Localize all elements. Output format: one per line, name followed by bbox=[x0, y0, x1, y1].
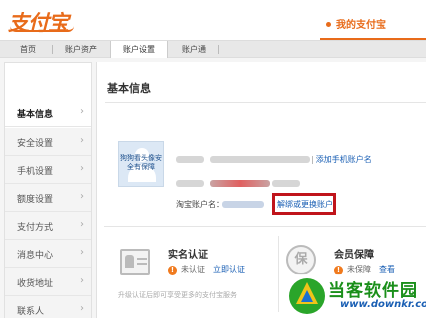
chevron-right-icon: › bbox=[80, 163, 84, 174]
protection-status-text: 未保障 bbox=[347, 265, 371, 274]
sidebar-item-address[interactable]: 收货地址 › bbox=[5, 268, 91, 296]
nav-divider bbox=[218, 45, 219, 54]
realname-status-text: 未认证 bbox=[181, 265, 205, 274]
masked-field-label bbox=[176, 180, 204, 187]
sidebar-item-security[interactable]: 安全设置 › bbox=[5, 128, 91, 156]
main-nav: 首页 账户资产 账户设置 账户通 bbox=[0, 40, 426, 58]
bullet-icon bbox=[326, 22, 331, 27]
alipay-logo[interactable]: 支付宝 bbox=[8, 4, 78, 35]
unbind-account-link[interactable]: 解绑或更换账户 bbox=[277, 199, 333, 210]
sidebar-item-label: 安全设置 bbox=[17, 139, 54, 149]
masked-email bbox=[210, 156, 310, 163]
nav-tab-settings[interactable]: 账户设置 bbox=[110, 41, 168, 58]
id-line bbox=[137, 263, 147, 265]
my-alipay-label: 我的支付宝 bbox=[336, 20, 386, 31]
sidebar-item-basic-info[interactable]: 基本信息 › bbox=[5, 99, 91, 127]
masked-phone bbox=[210, 180, 270, 187]
sidebar-item-label: 基本信息 bbox=[17, 110, 54, 120]
logo-text: 支付宝 bbox=[8, 11, 69, 35]
protection-view-link[interactable]: 查看 bbox=[379, 265, 395, 274]
watermark-logo-icon bbox=[289, 278, 325, 314]
sidebar-item-label: 支付方式 bbox=[17, 223, 54, 233]
chevron-right-icon: › bbox=[80, 191, 84, 202]
avatar-overlay-text: 狗狗看头像安全有保障 bbox=[120, 154, 162, 171]
sidebar-item-label: 消息中心 bbox=[17, 251, 54, 261]
card-divider bbox=[278, 236, 279, 312]
sidebar-item-messages[interactable]: 消息中心 › bbox=[5, 240, 91, 268]
chevron-right-icon: › bbox=[80, 135, 84, 146]
my-alipay-link[interactable]: 我的支付宝 bbox=[326, 16, 386, 31]
chevron-right-icon: › bbox=[80, 247, 84, 258]
sidebar-item-limit[interactable]: 额度设置 › bbox=[5, 184, 91, 212]
protection-title: 会员保障 bbox=[334, 250, 374, 261]
masked-taobao-account bbox=[222, 201, 264, 208]
sidebar-item-contacts[interactable]: 联系人 › bbox=[5, 296, 91, 318]
id-card-icon bbox=[120, 249, 150, 275]
settings-sidebar: 基本信息 › 安全设置 › 手机设置 › 额度设置 › 支付方式 › 消息中心 › 收货地址… bbox=[4, 62, 92, 318]
avatar[interactable]: 狗狗看头像安全有保障 bbox=[118, 141, 164, 187]
sidebar-item-label: 额度设置 bbox=[17, 195, 54, 205]
top-header: 支付宝 我的支付宝 bbox=[0, 0, 426, 40]
watermark-title: 当客软件园 bbox=[328, 281, 418, 301]
watermark-url: www.downkr.com bbox=[340, 299, 426, 310]
realname-title: 实名认证 bbox=[168, 250, 208, 261]
sidebar-item-phone[interactable]: 手机设置 › bbox=[5, 156, 91, 184]
masked-extra bbox=[272, 180, 300, 187]
chevron-right-icon: › bbox=[80, 303, 84, 314]
realname-verify-link[interactable]: 立即认证 bbox=[213, 265, 245, 274]
masked-field-label bbox=[176, 156, 204, 163]
nav-tab-zhanghutong[interactable]: 账户通 bbox=[172, 41, 216, 58]
title-divider bbox=[105, 102, 426, 103]
id-face-shape bbox=[125, 255, 134, 268]
section-divider bbox=[104, 226, 426, 227]
chevron-right-icon: › bbox=[80, 219, 84, 230]
logo-swoosh bbox=[10, 26, 74, 32]
taobao-account-label: 淘宝账户名： bbox=[176, 200, 224, 209]
realname-status: ! 未认证 立即认证 bbox=[168, 264, 245, 275]
add-phone-label: 添加手机账户名 bbox=[315, 155, 372, 164]
add-phone-link[interactable]: | 添加手机账户名 bbox=[311, 154, 372, 165]
sidebar-item-label: 手机设置 bbox=[17, 167, 54, 177]
nav-tab-home[interactable]: 首页 bbox=[8, 41, 48, 58]
nav-tab-assets[interactable]: 账户资产 bbox=[58, 41, 104, 58]
realname-description: 升级认证后即可享受更多的支付宝服务 bbox=[118, 291, 237, 299]
page-title: 基本信息 bbox=[107, 82, 151, 95]
sidebar-item-label: 联系人 bbox=[17, 307, 45, 317]
link-separator: | bbox=[311, 155, 314, 164]
sidebar-item-payment[interactable]: 支付方式 › bbox=[5, 212, 91, 240]
site-watermark: 当客软件园 www.downkr.com bbox=[282, 274, 426, 318]
protection-icon: 保 bbox=[286, 245, 316, 275]
sidebar-item-label: 收货地址 bbox=[17, 279, 54, 289]
warning-icon: ! bbox=[168, 266, 177, 275]
nav-divider bbox=[52, 45, 53, 54]
chevron-right-icon: › bbox=[80, 106, 84, 117]
chevron-right-icon: › bbox=[80, 275, 84, 286]
id-line bbox=[137, 258, 147, 260]
